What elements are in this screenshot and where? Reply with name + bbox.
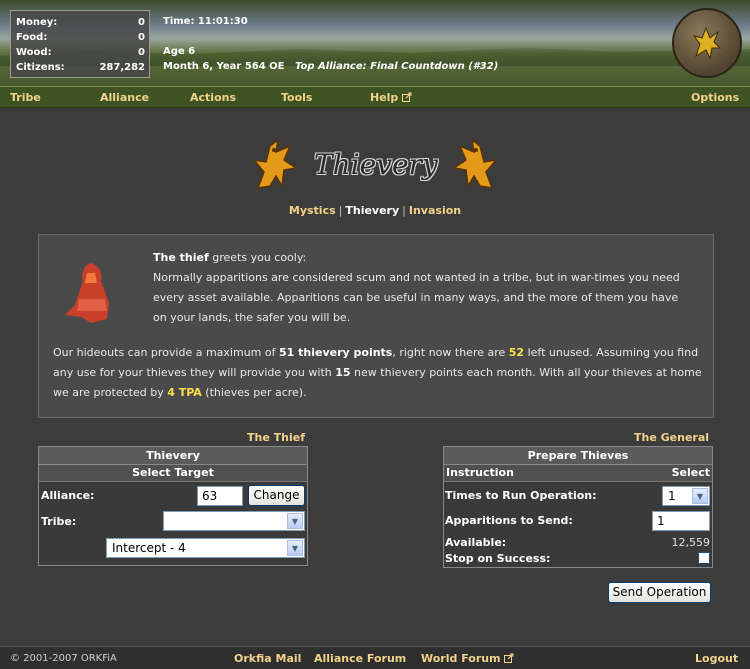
stat-wood: Wood: 0	[16, 45, 145, 60]
times-select[interactable]: 1 ▼	[662, 486, 710, 506]
nav-help-label: Help	[370, 91, 399, 104]
new-points: 15	[335, 366, 351, 379]
alliance-label: Alliance:	[41, 489, 95, 502]
unused-points: 52	[508, 346, 525, 359]
stat-citizens: Citizens: 287,282	[16, 60, 145, 75]
stat-label: Money:	[16, 17, 58, 28]
footer: © 2001-2007 ORKFiA Orkfia Mail Alliance …	[0, 646, 750, 669]
thief-intro: The thief greets you cooly: Normally app…	[153, 248, 693, 328]
game-time: Time: 11:01:30	[163, 16, 248, 27]
nav-tools[interactable]: Tools	[281, 91, 312, 104]
points-text-5: (thieves per acre).	[205, 386, 307, 399]
thief-info-panel: The thief greets you cooly: Normally app…	[38, 234, 714, 418]
stat-label: Citizens:	[16, 62, 65, 73]
thievery-points-text: Our hideouts can provide a maximum of 51…	[53, 343, 703, 403]
max-thievery-points: 51 thievery points	[279, 346, 393, 359]
emblem-icon	[672, 8, 742, 78]
nav-tribe[interactable]: Tribe	[10, 91, 41, 104]
external-link-icon	[504, 653, 514, 663]
stat-food: Food: 0	[16, 30, 145, 45]
intro-text: Normally apparitions are considered scum…	[153, 271, 680, 324]
external-link-icon	[402, 92, 412, 102]
form-heading: Prepare Thieves	[444, 447, 712, 465]
nav-options[interactable]: Options	[691, 91, 739, 104]
times-label: Times to Run Operation:	[445, 489, 597, 502]
col-select: Select	[671, 466, 710, 479]
stat-value: 0	[138, 32, 145, 43]
footer-logout-link[interactable]: Logout	[695, 652, 738, 665]
form-column-headers: Instruction Select	[444, 465, 712, 482]
subnav-separator: |	[402, 204, 406, 217]
chevron-down-icon: ▼	[692, 488, 708, 504]
thief-portrait	[65, 263, 109, 323]
tpa-value: 4 TPA	[167, 386, 202, 399]
tribe-select[interactable]: ▼	[163, 511, 305, 531]
subnav-mystics[interactable]: Mystics	[289, 204, 336, 217]
operation-select-value: Intercept - 4	[112, 541, 186, 555]
copyright: © 2001-2007 ORKFiA	[10, 653, 117, 664]
form-heading: Thievery	[39, 447, 307, 465]
change-button[interactable]: Change	[248, 485, 305, 506]
the-thief-title: The Thief	[247, 431, 305, 444]
stat-value: 0	[138, 47, 145, 58]
stat-label: Wood:	[16, 47, 52, 58]
send-operation-button[interactable]: Send Operation	[608, 582, 711, 603]
operation-select[interactable]: Intercept - 4 ▼	[106, 538, 305, 558]
section-logo: Thievery	[250, 134, 500, 196]
points-text-1: Our hideouts can provide a maximum of	[53, 346, 276, 359]
footer-alliance-forum-link[interactable]: Alliance Forum	[314, 652, 406, 665]
griffin-icon	[692, 26, 722, 60]
resource-stats: Money: 0 Food: 0 Wood: 0 Citizens: 287,2…	[10, 10, 150, 78]
nav-alliance[interactable]: Alliance	[100, 91, 149, 104]
times-select-value: 1	[668, 489, 676, 503]
thief-name: The thief	[153, 251, 209, 264]
stat-value: 287,282	[99, 62, 145, 73]
griffin-icon	[452, 138, 498, 189]
available-label: Available:	[445, 536, 507, 549]
form-subheading: Select Target	[39, 465, 307, 482]
world-forum-label: World Forum	[421, 652, 501, 665]
section-subnav: Mystics | Thievery | Invasion	[0, 204, 750, 217]
game-date: Month 6, Year 564 OE	[163, 61, 285, 72]
alliance-input[interactable]: 63	[197, 486, 243, 506]
greeting-text: greets you cooly:	[212, 251, 307, 264]
game-age: Age 6	[163, 46, 196, 57]
available-value: 12,559	[671, 536, 711, 549]
apparitions-label: Apparitions to Send:	[445, 514, 573, 527]
subnav-invasion[interactable]: Invasion	[409, 204, 461, 217]
subnav-separator: |	[338, 204, 343, 217]
tribe-label: Tribe:	[41, 515, 77, 528]
prepare-thieves-form: Prepare Thieves Instruction Select	[443, 446, 713, 568]
page-title: Thievery	[314, 148, 438, 181]
footer-world-forum-link[interactable]: World Forum	[421, 652, 514, 665]
points-text-2: , right now there are	[392, 346, 506, 359]
stat-money: Money: 0	[16, 15, 145, 30]
nav-help[interactable]: Help	[370, 91, 412, 104]
the-general-title: The General	[634, 431, 710, 444]
stat-label: Food:	[16, 32, 48, 43]
chevron-down-icon: ▼	[287, 513, 303, 529]
stop-on-success-label: Stop on Success:	[445, 552, 551, 565]
col-instruction: Instruction	[446, 466, 514, 479]
apparitions-input[interactable]: 1	[652, 511, 710, 531]
top-alliance: Top Alliance: Final Countdown (#32)	[295, 61, 499, 72]
stop-on-success-checkbox[interactable]	[698, 552, 710, 564]
main-nav: Tribe Alliance Actions Tools Help Option…	[0, 86, 750, 108]
chevron-down-icon: ▼	[287, 540, 303, 556]
footer-mail-link[interactable]: Orkfia Mail	[234, 652, 301, 665]
griffin-icon	[252, 138, 298, 189]
nav-actions[interactable]: Actions	[190, 91, 236, 104]
subnav-thievery[interactable]: Thievery	[345, 204, 399, 217]
stat-value: 0	[138, 17, 145, 28]
